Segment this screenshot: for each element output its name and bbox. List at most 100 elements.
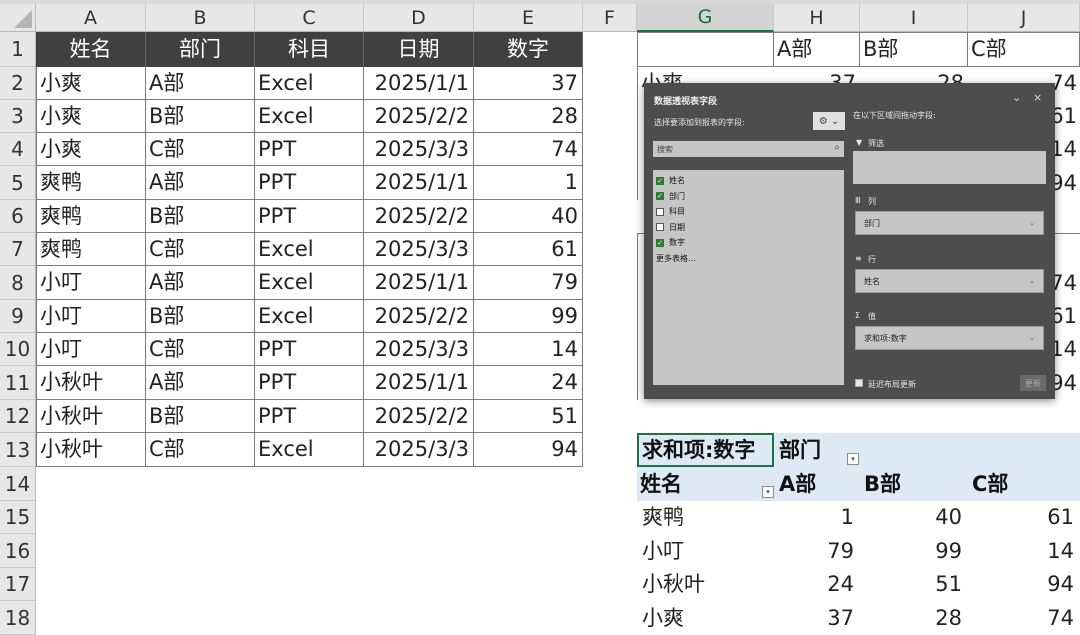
source-cell[interactable]: 2025/3/3: [364, 333, 474, 366]
source-header-cell[interactable]: 姓名: [36, 32, 146, 67]
pivot-col-field[interactable]: 部门: [776, 433, 846, 467]
field-checkbox[interactable]: [656, 207, 664, 216]
source-cell[interactable]: 40: [474, 200, 583, 233]
source-cell[interactable]: 99: [474, 300, 583, 333]
column-header-g[interactable]: G: [637, 4, 774, 32]
source-cell[interactable]: C部: [146, 133, 255, 166]
pivot-value-cell[interactable]: 1: [774, 501, 860, 534]
source-cell[interactable]: 2025/3/3: [364, 133, 474, 166]
source-cell[interactable]: A部: [146, 266, 255, 300]
source-cell[interactable]: B部: [146, 300, 255, 333]
pivot-value-cell[interactable]: 94: [968, 568, 1080, 601]
col-filter-dropdown-icon[interactable]: ▾: [847, 453, 859, 465]
source-cell[interactable]: B部: [146, 400, 255, 433]
pivot-value-cell[interactable]: 24: [774, 568, 860, 601]
source-cell[interactable]: 2025/1/1: [364, 67, 474, 100]
pivot-value-cell[interactable]: 79: [774, 534, 860, 568]
column-header-h[interactable]: H: [774, 4, 860, 32]
source-header-cell[interactable]: 科目: [255, 32, 364, 67]
source-cell[interactable]: C部: [146, 233, 255, 266]
pivot-row-label[interactable]: 爽鸭: [637, 501, 774, 534]
pivot-value-cell[interactable]: 61: [968, 501, 1080, 534]
source-cell[interactable]: C部: [146, 333, 255, 366]
source-cell[interactable]: 79: [474, 266, 583, 300]
row-header-16[interactable]: 16: [0, 534, 36, 568]
field-item[interactable]: ✓ 姓名: [656, 175, 685, 186]
source-cell[interactable]: Excel: [255, 266, 364, 300]
pivot-value-cell[interactable]: 37: [774, 601, 860, 635]
column-header-i[interactable]: I: [860, 4, 968, 32]
source-cell[interactable]: 2025/2/2: [364, 200, 474, 233]
source-cell[interactable]: 2025/3/3: [364, 233, 474, 266]
source-cell[interactable]: 14: [474, 333, 583, 366]
pivot-col-header-a[interactable]: A部: [776, 467, 860, 501]
source-header-cell[interactable]: 部门: [146, 32, 255, 67]
small-table-2-c-1[interactable]: 74: [1055, 266, 1080, 300]
source-cell[interactable]: 1: [474, 166, 583, 200]
small-table-1-header-c[interactable]: C部: [968, 32, 1080, 67]
row-header-12[interactable]: 12: [0, 400, 36, 433]
source-header-cell[interactable]: 数字: [474, 32, 583, 67]
small-table-1-c-2[interactable]: 61: [1055, 100, 1080, 133]
small-table-2-c-4[interactable]: 94: [1055, 366, 1080, 400]
row-header-2[interactable]: 2: [0, 67, 36, 100]
field-search-input[interactable]: 搜索 ⌕: [653, 141, 844, 157]
row-header-17[interactable]: 17: [0, 568, 36, 601]
row-header-9[interactable]: 9: [0, 300, 36, 333]
source-header-cell[interactable]: 日期: [364, 32, 474, 67]
source-cell[interactable]: Excel: [255, 300, 364, 333]
select-all-corner[interactable]: [0, 4, 36, 32]
source-cell[interactable]: 小秋叶: [36, 366, 146, 400]
column-header-c[interactable]: C: [255, 4, 364, 32]
source-cell[interactable]: PPT: [255, 366, 364, 400]
rows-field-dropdown[interactable]: 姓名 ⌄: [855, 269, 1044, 293]
field-item[interactable]: ✓ 数字: [656, 237, 685, 248]
source-cell[interactable]: PPT: [255, 333, 364, 366]
source-cell[interactable]: 74: [474, 133, 583, 166]
more-tables-link[interactable]: 更多表格...: [656, 253, 696, 264]
source-cell[interactable]: 37: [474, 67, 583, 100]
small-table-2-c-2[interactable]: 61: [1055, 300, 1080, 333]
small-table-1-c-1[interactable]: 74: [1055, 67, 1080, 100]
source-cell[interactable]: Excel: [255, 233, 364, 266]
pivot-value-cell[interactable]: 14: [968, 534, 1080, 568]
panel-minimize-icon[interactable]: ⌄: [1012, 91, 1021, 104]
column-header-f[interactable]: F: [583, 4, 637, 32]
source-cell[interactable]: 2025/3/3: [364, 433, 474, 467]
source-cell[interactable]: 28: [474, 100, 583, 133]
row-header-14[interactable]: 14: [0, 467, 36, 501]
small-table-1-header-a[interactable]: A部: [774, 32, 860, 67]
pivot-value-cell[interactable]: 40: [860, 501, 968, 534]
source-cell[interactable]: PPT: [255, 400, 364, 433]
row-header-8[interactable]: 8: [0, 266, 36, 300]
values-field-dropdown[interactable]: 求和项:数字 ⌄: [855, 326, 1044, 350]
source-cell[interactable]: C部: [146, 433, 255, 467]
field-checkbox[interactable]: [656, 223, 664, 231]
source-cell[interactable]: 小爽: [36, 133, 146, 166]
source-cell[interactable]: 小叮: [36, 266, 146, 300]
column-header-b[interactable]: B: [146, 4, 255, 32]
source-cell[interactable]: Excel: [255, 433, 364, 467]
source-cell[interactable]: Excel: [255, 100, 364, 133]
pivot-row-label[interactable]: 小秋叶: [637, 568, 774, 601]
gear-icon[interactable]: ⚙ ⌄: [813, 112, 845, 130]
source-cell[interactable]: 2025/2/2: [364, 300, 474, 333]
small-table-2-c-3[interactable]: 14: [1055, 333, 1080, 366]
source-cell[interactable]: PPT: [255, 133, 364, 166]
source-cell[interactable]: B部: [146, 100, 255, 133]
source-cell[interactable]: 2025/1/1: [364, 366, 474, 400]
small-table-1-c-4[interactable]: 94: [1055, 166, 1080, 200]
source-cell[interactable]: 小叮: [36, 333, 146, 366]
column-header-d[interactable]: D: [364, 4, 474, 32]
field-item[interactable]: 科目: [656, 206, 685, 217]
small-table-1-c-3[interactable]: 14: [1055, 133, 1080, 166]
source-cell[interactable]: 2025/1/1: [364, 166, 474, 200]
source-cell[interactable]: PPT: [255, 166, 364, 200]
pivot-row-field[interactable]: 姓名: [637, 467, 757, 501]
source-cell[interactable]: 爽鸭: [36, 233, 146, 266]
source-cell[interactable]: 61: [474, 233, 583, 266]
column-header-e[interactable]: E: [474, 4, 583, 32]
source-cell[interactable]: A部: [146, 166, 255, 200]
small-table-1-header-blank[interactable]: [637, 32, 774, 67]
pivot-col-header-c[interactable]: C部: [968, 467, 1080, 501]
